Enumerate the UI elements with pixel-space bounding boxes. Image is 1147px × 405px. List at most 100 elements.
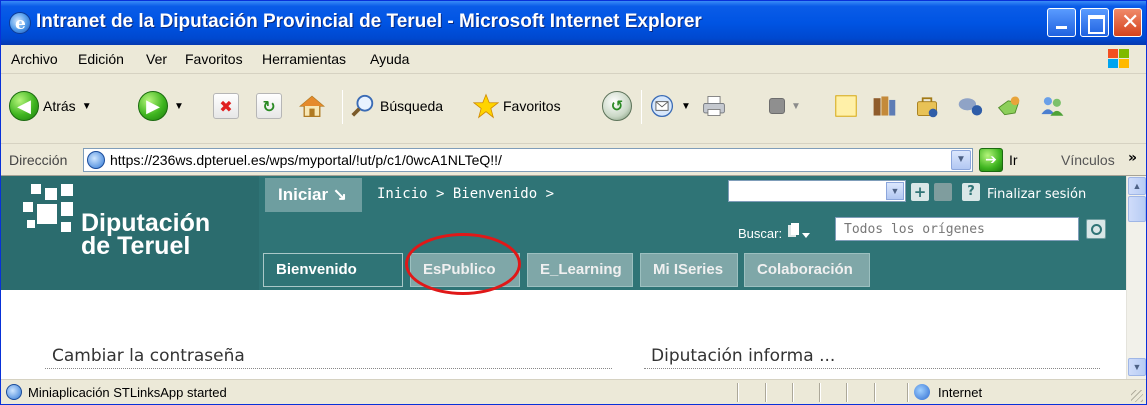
stop-button[interactable]: ✖	[213, 84, 239, 128]
portlet-divider	[644, 368, 1100, 369]
status-text: Miniaplicación STLinksApp started	[28, 385, 227, 400]
page-status-icon	[6, 384, 22, 400]
back-label: Atrás	[43, 98, 76, 114]
maximize-button[interactable]	[1080, 8, 1109, 37]
title-bar[interactable]: e Intranet de la Diputación Provincial d…	[1, 1, 1146, 45]
search-input[interactable]: Todos los orígenes	[835, 217, 1079, 241]
close-button[interactable]: ✕	[1113, 8, 1142, 37]
browser-window: e Intranet de la Diputación Provincial d…	[0, 0, 1147, 405]
scroll-down-icon[interactable]: ▼	[1128, 358, 1146, 376]
portlet-title-password: Cambiar la contraseña	[52, 346, 245, 366]
portlet-title-news: Diputación informa ...	[651, 346, 836, 366]
logo-subtitle: de Teruel	[81, 232, 191, 260]
chevron-down-icon[interactable]: ▼	[791, 101, 801, 112]
vertical-scrollbar[interactable]: ▲ ▼	[1126, 176, 1146, 379]
history-icon: ↺	[602, 91, 632, 121]
home-button[interactable]	[299, 84, 325, 128]
search-button[interactable]: Búsqueda	[350, 84, 443, 128]
menu-archivo[interactable]: Archivo	[11, 51, 58, 67]
menu-herramientas[interactable]: Herramientas	[262, 51, 346, 67]
search-label: Buscar:	[738, 226, 783, 241]
puzzle-button[interactable]	[996, 84, 1022, 128]
contacts-button[interactable]	[1039, 84, 1065, 128]
tab-mi-iseries[interactable]: Mi ISeries	[640, 253, 738, 287]
search-label: Búsqueda	[380, 98, 444, 114]
forward-button[interactable]: ▶ ▼	[138, 84, 184, 128]
chevron-down-icon[interactable]: ▼	[82, 101, 92, 112]
window-title: Intranet de la Diputación Provincial de …	[36, 11, 702, 32]
address-label: Dirección	[9, 152, 68, 168]
chevron-right-icon[interactable]: »	[1128, 150, 1137, 166]
edit-button[interactable]: ▼	[769, 84, 801, 128]
address-bar: Dirección https://236ws.dpteruel.es/wps/…	[1, 144, 1146, 176]
printer-icon	[701, 93, 727, 119]
go-button[interactable]: Ir	[1009, 152, 1018, 168]
menu-edicion[interactable]: Edición	[78, 51, 124, 67]
refresh-icon: ↻	[256, 93, 282, 119]
books-icon	[871, 93, 897, 119]
chevron-down-icon[interactable]: ▼	[951, 150, 971, 170]
portlet-divider	[45, 368, 612, 369]
bag-button[interactable]	[914, 84, 940, 128]
logout-link[interactable]: Finalizar sesión	[987, 187, 1086, 202]
internet-zone-icon	[914, 384, 930, 400]
resize-grip[interactable]	[1131, 390, 1143, 402]
tab-e-learning[interactable]: E_Learning	[527, 253, 633, 287]
highlight-ring	[405, 233, 521, 295]
chevron-down-icon[interactable]: ▼	[174, 101, 184, 112]
add-page-icon[interactable]: +	[911, 183, 929, 201]
address-input[interactable]: https://236ws.dpteruel.es/wps/myportal/!…	[83, 148, 973, 172]
stop-icon: ✖	[213, 93, 239, 119]
favorites-label: Favoritos	[503, 98, 561, 114]
mail-icon	[649, 93, 675, 119]
discuss-button[interactable]	[833, 84, 859, 128]
back-button[interactable]: ◀ Atrás ▼	[9, 84, 92, 128]
internet-explorer-icon[interactable]: e	[9, 12, 31, 34]
refresh-button[interactable]: ↻	[256, 84, 282, 128]
breadcrumb[interactable]: Inicio > Bienvenido >	[377, 186, 554, 202]
people-icon[interactable]	[934, 183, 952, 201]
messenger-button[interactable]	[957, 84, 983, 128]
mail-button[interactable]: ▼	[649, 84, 691, 128]
note-icon	[833, 93, 859, 119]
search-scope-icon[interactable]	[788, 223, 810, 239]
portal-header: Diputación de Teruel Iniciar ↘ Inicio > …	[1, 176, 1126, 295]
minimize-button[interactable]	[1047, 8, 1076, 37]
page-viewport: Diputación de Teruel Iniciar ↘ Inicio > …	[1, 176, 1126, 379]
edit-icon	[769, 98, 785, 114]
puzzle-icon	[996, 93, 1022, 119]
back-arrow-icon: ◀	[9, 91, 39, 121]
history-button[interactable]: ↺	[602, 84, 632, 128]
research-button[interactable]	[871, 84, 897, 128]
scroll-up-icon[interactable]: ▲	[1128, 177, 1146, 195]
chevron-down-icon[interactable]: ▼	[681, 101, 691, 112]
address-url[interactable]: https://236ws.dpteruel.es/wps/myportal/!…	[110, 152, 502, 168]
help-icon[interactable]: ?	[962, 183, 980, 201]
forward-arrow-icon: ▶	[138, 91, 168, 121]
scroll-thumb[interactable]	[1128, 196, 1146, 222]
go-arrow-icon[interactable]: ➔	[979, 148, 1003, 172]
network-icon	[957, 93, 983, 119]
page-icon	[87, 151, 105, 169]
search-icon[interactable]	[1086, 219, 1106, 239]
diputacion-logo-icon[interactable]	[23, 184, 75, 234]
chevron-down-icon[interactable]: ▼	[886, 182, 904, 200]
search-icon	[350, 93, 376, 119]
menu-ayuda[interactable]: Ayuda	[370, 51, 409, 67]
favorites-button[interactable]: Favoritos	[473, 84, 561, 128]
links-label[interactable]: Vínculos	[1061, 152, 1115, 168]
star-icon	[473, 93, 499, 119]
windows-logo-icon	[1108, 49, 1130, 69]
menu-favoritos[interactable]: Favoritos	[185, 51, 243, 67]
security-zone-label: Internet	[938, 385, 983, 400]
print-button[interactable]	[701, 84, 727, 128]
home-icon	[299, 93, 325, 119]
menu-bar: Archivo Edición Ver Favoritos Herramient…	[1, 45, 1146, 74]
menu-ver[interactable]: Ver	[146, 51, 167, 67]
start-button[interactable]: Iniciar ↘	[265, 178, 362, 212]
close-icon: ✕	[1121, 10, 1140, 35]
standard-toolbar: ◀ Atrás ▼ ▶ ▼ ✖ ↻ Búsqueda Favoritos ↺ ▼…	[1, 74, 1146, 144]
tab-bienvenido[interactable]: Bienvenido	[263, 253, 403, 287]
tab-colaboracion[interactable]: Colaboración	[744, 253, 870, 287]
place-select[interactable]: ▼	[728, 180, 906, 202]
